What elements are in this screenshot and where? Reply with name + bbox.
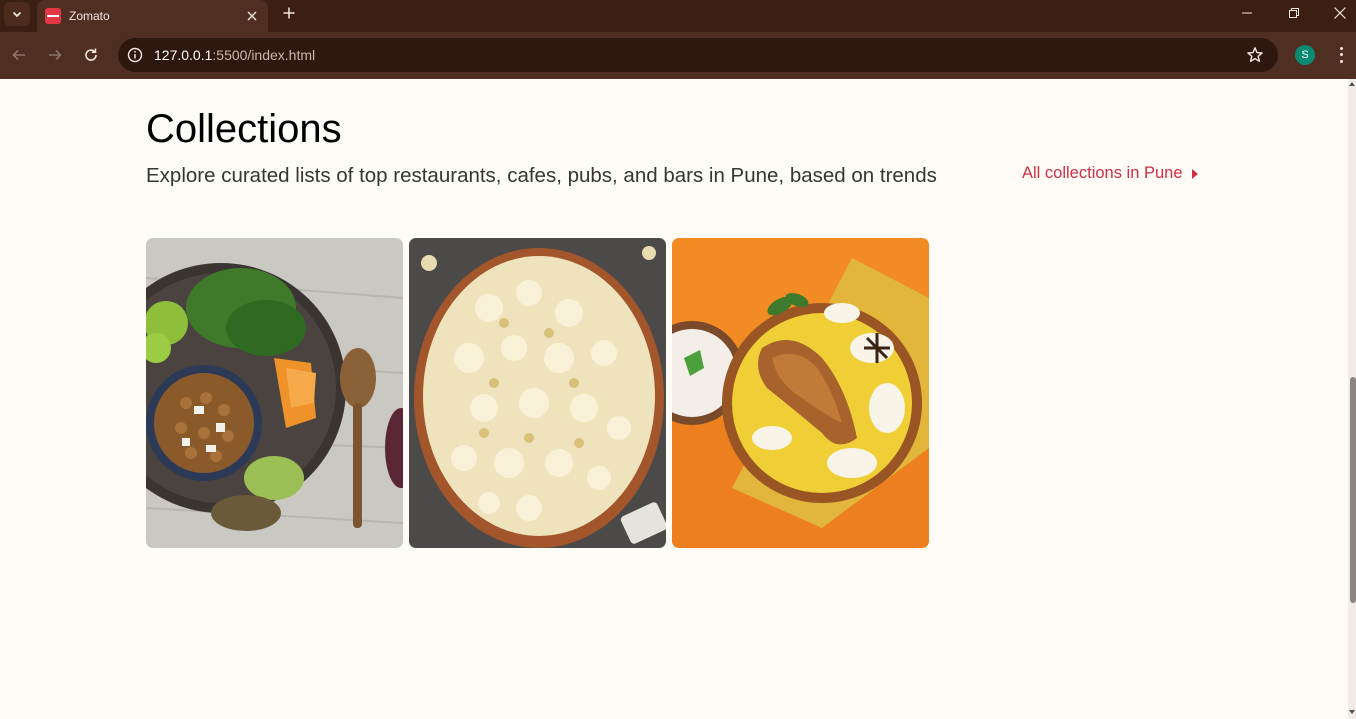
biryani-plate-photo bbox=[672, 238, 929, 548]
forward-button[interactable] bbox=[43, 43, 67, 67]
reload-icon bbox=[85, 48, 97, 61]
tab-title: Zomato bbox=[69, 9, 110, 23]
scrollbar-thumb[interactable] bbox=[1350, 377, 1356, 603]
plus-icon bbox=[283, 7, 295, 19]
chevron-down-icon bbox=[12, 11, 22, 18]
tab-search-button[interactable] bbox=[4, 2, 30, 26]
close-window-button[interactable] bbox=[1317, 0, 1356, 26]
reload-button[interactable] bbox=[79, 43, 103, 67]
url-host: 127.0.0.1 bbox=[154, 47, 213, 63]
close-window-icon bbox=[1334, 7, 1346, 19]
page-viewport: Collections Explore curated lists of top… bbox=[0, 79, 1348, 719]
close-icon bbox=[247, 11, 257, 21]
salad-bowl-photo bbox=[146, 238, 403, 548]
page-subtitle: Explore curated lists of top restaurants… bbox=[146, 164, 937, 187]
collection-card-salad[interactable] bbox=[146, 238, 403, 548]
browser-toolbar: 127.0.0.1:5500/index.html S bbox=[0, 32, 1356, 79]
all-collections-label: All collections in Pune bbox=[1022, 164, 1183, 182]
back-button[interactable] bbox=[7, 43, 31, 67]
url-text[interactable]: 127.0.0.1:5500/index.html bbox=[154, 47, 315, 63]
tab-bar: Zomato bbox=[0, 0, 1356, 32]
scroll-down-arrow-icon[interactable] bbox=[1349, 710, 1355, 714]
zomato-favicon-icon bbox=[45, 8, 61, 24]
new-tab-button[interactable] bbox=[278, 2, 300, 24]
minimize-button[interactable] bbox=[1224, 0, 1270, 26]
popcorn-bowl-photo bbox=[409, 238, 666, 548]
url-path: :5500/index.html bbox=[212, 47, 316, 63]
caret-right-icon bbox=[1191, 168, 1198, 179]
info-icon[interactable] bbox=[126, 46, 144, 64]
restore-button[interactable] bbox=[1271, 0, 1317, 26]
profile-avatar[interactable]: S bbox=[1295, 45, 1315, 65]
browser-tab[interactable]: Zomato bbox=[37, 0, 268, 32]
forward-arrow-icon bbox=[49, 49, 62, 61]
back-arrow-icon bbox=[12, 49, 25, 61]
restore-icon bbox=[1289, 8, 1299, 18]
page-title: Collections bbox=[146, 107, 342, 151]
star-icon[interactable] bbox=[1246, 46, 1264, 64]
address-bar[interactable]: 127.0.0.1:5500/index.html bbox=[118, 38, 1278, 72]
all-collections-link[interactable]: All collections in Pune bbox=[1022, 164, 1198, 183]
collection-card-biryani[interactable] bbox=[672, 238, 929, 548]
minimize-icon bbox=[1242, 12, 1252, 14]
kebab-menu-icon[interactable] bbox=[1333, 45, 1349, 65]
collection-card-popcorn[interactable] bbox=[409, 238, 666, 548]
close-tab-button[interactable] bbox=[242, 6, 262, 26]
scroll-up-arrow-icon[interactable] bbox=[1349, 82, 1355, 86]
